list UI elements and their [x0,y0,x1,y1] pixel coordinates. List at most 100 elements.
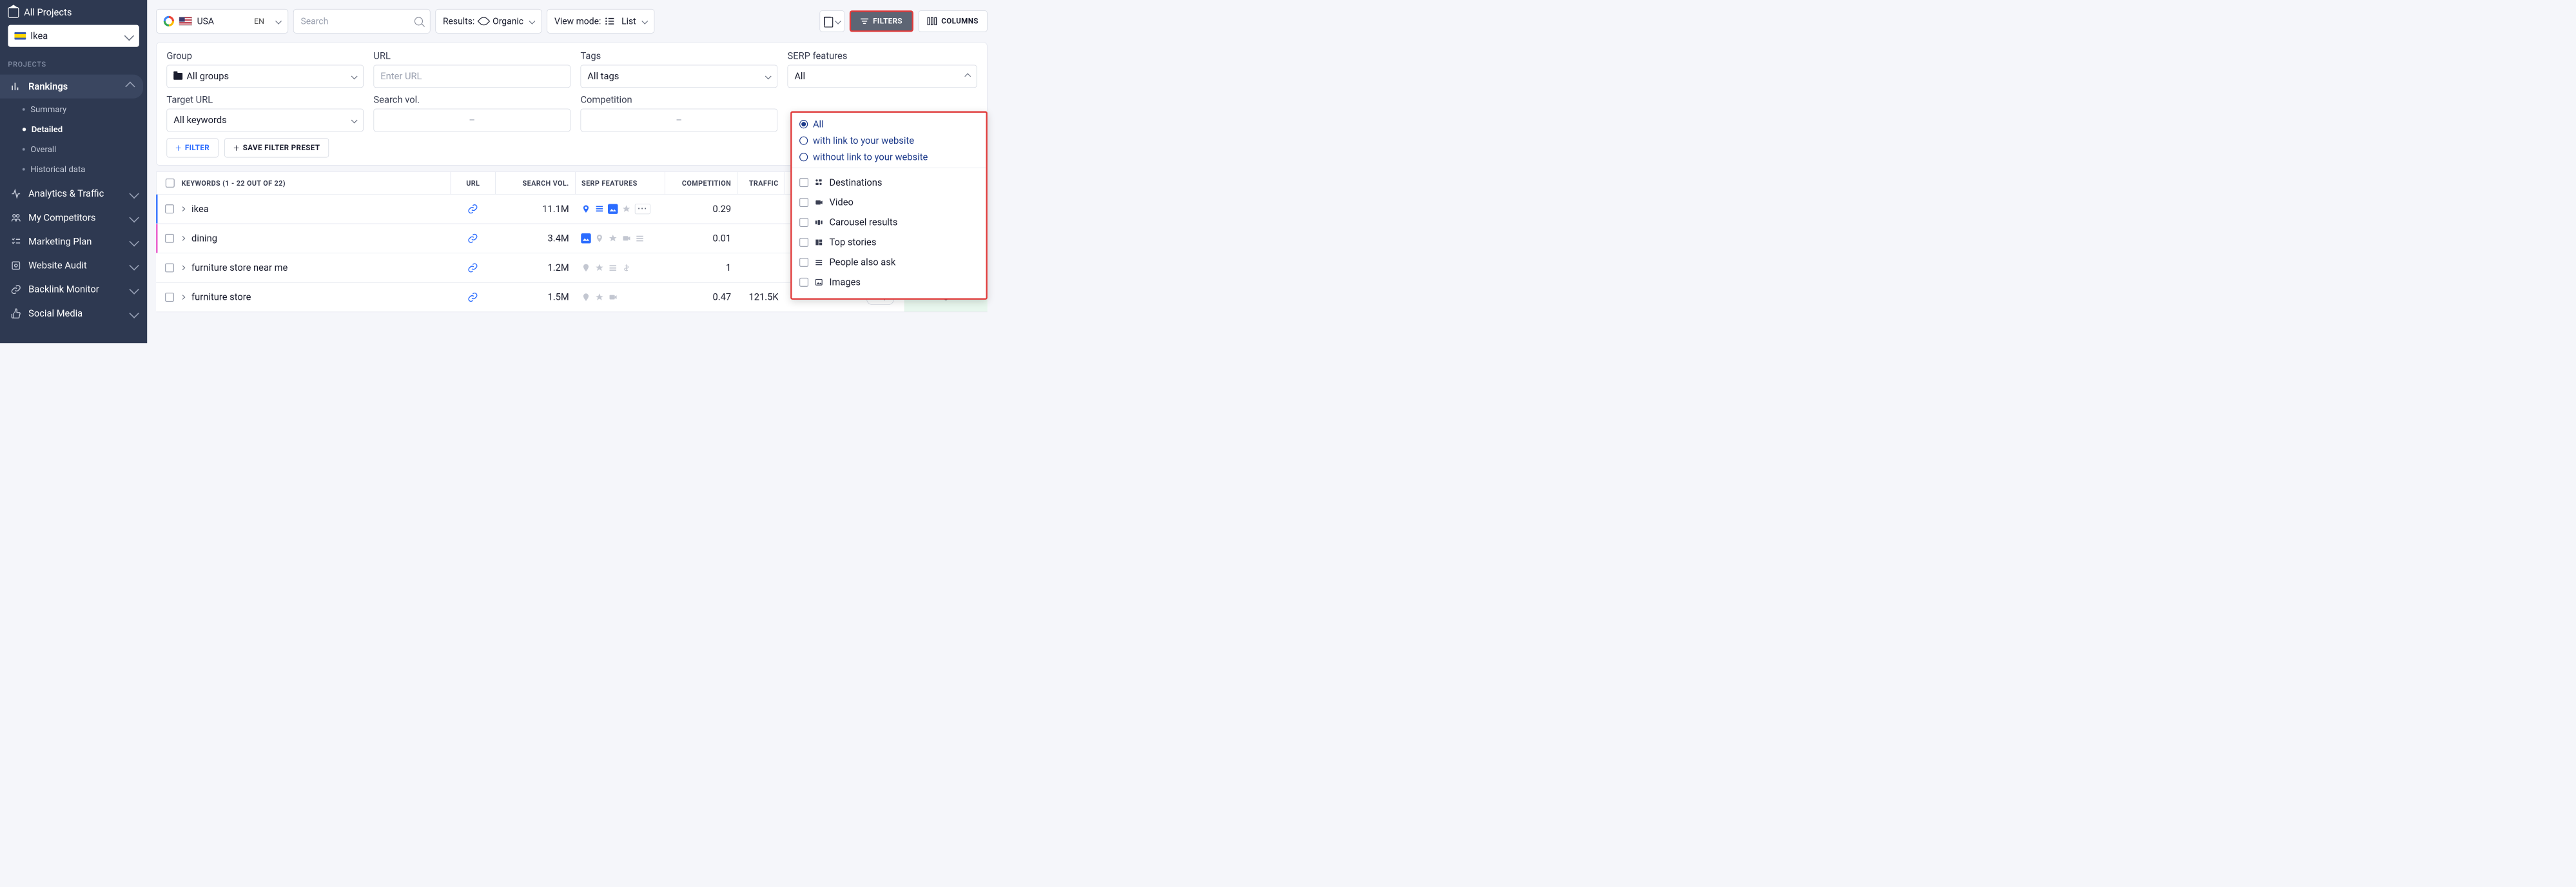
serp-check-destinations[interactable]: Destinations [792,173,986,193]
row-checkbox[interactable] [165,234,174,243]
expand-icon[interactable] [181,206,186,211]
serp-filter-select[interactable]: All [788,65,977,88]
search-icon [415,17,423,25]
sub-detailed[interactable]: Detailed [0,119,147,139]
url-filter-input[interactable]: Enter URL [373,65,571,88]
serp-check-carousel[interactable]: Carousel results [792,213,986,233]
traffic-cell: 121.5K [737,283,784,312]
row-checkbox[interactable] [165,293,174,302]
plus-icon: + [233,142,239,153]
url-link-icon[interactable] [467,292,478,303]
nav-rankings[interactable]: Rankings [0,75,143,99]
keyword-cell: furniture store near me [191,262,288,273]
project-selector[interactable]: Ikea [8,25,139,47]
sub-summary[interactable]: Summary [0,99,147,119]
home-icon [8,7,19,18]
competition-range[interactable]: – [580,109,777,132]
serp-check-top-stories[interactable]: Top stories [792,232,986,252]
url-link-icon[interactable] [467,233,478,244]
expand-icon[interactable] [181,236,186,241]
images-icon [814,277,824,287]
nav-competitors[interactable]: My Competitors [0,206,147,229]
users-icon [10,212,21,223]
filters-button[interactable]: FILTERS [850,10,913,32]
competition-cell: 1 [665,253,737,282]
serp-radio-without[interactable]: without link to your website [799,151,979,162]
lang-label: EN [254,17,269,26]
list-icon [605,17,614,24]
video-icon [621,233,631,243]
add-filter-button[interactable]: + FILTER [166,138,219,157]
link-icon [10,284,21,295]
nav-analytics[interactable]: Analytics & Traffic [0,182,147,206]
chevron-down-icon [835,18,841,24]
main-content: USA EN Search Results: Organic View mode… [147,0,996,343]
search-vol-cell: 1.5M [495,283,575,312]
url-link-icon[interactable] [467,262,478,273]
more-features-button[interactable]: ••• [635,204,650,214]
copy-button[interactable] [819,10,844,32]
radio-icon [799,153,808,161]
serp-check-images[interactable]: Images [792,272,986,292]
us-flag-icon [179,17,192,25]
nav-backlink[interactable]: Backlink Monitor [0,278,147,302]
results-label: Results: [443,16,474,26]
chevron-up-icon [964,73,971,79]
search-placeholder: Search [300,16,328,26]
copy-icon [824,17,832,26]
star-icon [594,263,604,273]
serp-radio-all[interactable]: All [799,119,979,130]
checkbox-icon [799,278,808,287]
target-url-select[interactable]: All keywords [166,109,364,132]
nav-audit[interactable]: Website Audit [0,253,147,277]
th-serp-features: SERP FEATURES [576,172,665,194]
expand-icon[interactable] [181,295,186,300]
row-checkbox[interactable] [165,263,174,272]
all-projects-link[interactable]: All Projects [8,7,139,18]
row-checkbox[interactable] [165,204,174,213]
expand-icon[interactable] [181,266,186,271]
group-filter-select[interactable]: All groups [166,65,364,88]
carousel-icon [814,217,824,227]
competition-label: Competition [580,94,777,105]
top-stories-icon [814,237,824,247]
serp-check-people-ask[interactable]: People also ask [792,252,986,272]
viewmode-label: View mode: [554,16,601,26]
checkbox-icon [799,258,808,267]
search-input[interactable]: Search [293,9,431,34]
folder-icon [173,73,182,80]
th-keywords: KEYWORDS (1 - 22 OUT OF 22) [182,179,286,188]
chevron-down-icon [529,18,536,24]
radio-checked-icon [799,120,808,128]
sub-historical[interactable]: Historical data [0,159,147,179]
columns-button[interactable]: COLUMNS [919,10,988,32]
country-label: USA [197,16,214,26]
select-all-checkbox[interactable] [166,179,175,188]
tags-filter-select[interactable]: All tags [580,65,777,88]
nav-marketing[interactable]: Marketing Plan [0,229,147,253]
star-icon [608,233,618,243]
all-projects-label: All Projects [24,7,72,18]
viewmode-selector[interactable]: View mode: List [547,9,654,34]
th-url: URL [451,172,496,194]
map-pin-icon [594,233,604,243]
country-selector[interactable]: USA EN [156,9,288,34]
search-vol-cell: 1.2M [495,253,575,282]
search-vol-cell: 3.4M [495,224,575,253]
chevron-down-icon [124,31,134,41]
search-vol-label: Search vol. [373,94,571,105]
results-selector[interactable]: Results: Organic [435,9,542,34]
tags-filter-label: Tags [580,50,777,61]
serp-radio-with[interactable]: with link to your website [799,135,979,146]
search-vol-range[interactable]: – [373,109,571,132]
chevron-down-icon [765,73,772,79]
destinations-icon [814,177,824,187]
sub-overall[interactable]: Overall [0,139,147,159]
th-search-vol: SEARCH VOL. [496,172,576,194]
toolbar: USA EN Search Results: Organic View mode… [156,0,988,43]
nav-social[interactable]: Social Media [0,302,147,326]
save-preset-button[interactable]: + SAVE FILTER PRESET [224,138,329,157]
url-link-icon[interactable] [467,204,478,215]
serp-check-video[interactable]: Video [792,193,986,213]
columns-label: COLUMNS [941,17,979,26]
